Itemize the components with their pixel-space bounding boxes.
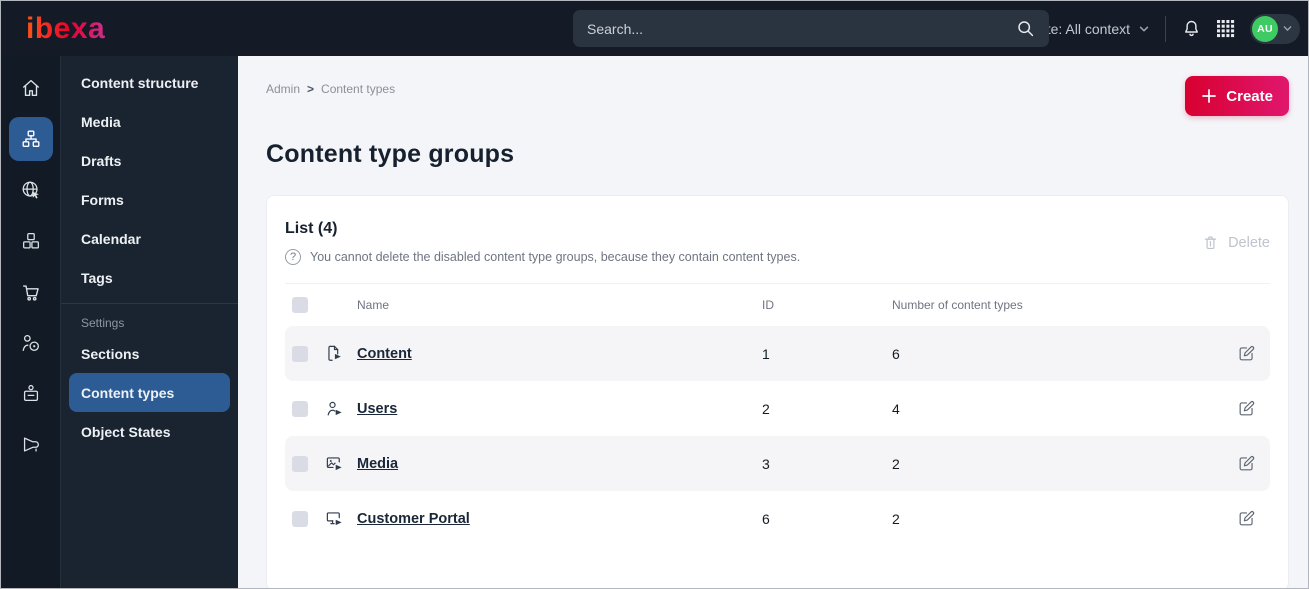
- list-info-text: You cannot delete the disabled content t…: [310, 250, 801, 264]
- topbar: ibexa Site: All context: [1, 1, 1308, 56]
- main-content: Admin > Content types Create Content typ…: [238, 56, 1308, 588]
- sidebar-item-calendar[interactable]: Calendar: [61, 219, 238, 258]
- app-grid-icon: [1217, 19, 1235, 37]
- table-header-row: Name ID Number of content types: [285, 284, 1270, 326]
- edit-button[interactable]: [1237, 344, 1256, 363]
- rail-item-personalization[interactable]: [1, 317, 61, 368]
- globe-cursor-icon: [9, 168, 53, 212]
- sidebar-item-media[interactable]: Media: [61, 102, 238, 141]
- sidebar-item-sections[interactable]: Sections: [61, 334, 238, 373]
- group-id: 1: [762, 345, 770, 362]
- edit-button[interactable]: [1237, 454, 1256, 473]
- group-count: 2: [892, 510, 900, 527]
- app-window: ibexa Site: All context: [0, 0, 1309, 589]
- sidebar-item-content-types[interactable]: Content types: [69, 373, 230, 412]
- user-icon: [325, 399, 357, 418]
- chevron-down-icon: [1138, 23, 1150, 35]
- group-count: 2: [892, 455, 900, 472]
- megaphone-icon: [9, 423, 53, 467]
- image-icon: [325, 454, 357, 473]
- home-icon: [9, 66, 53, 110]
- rail-item-commerce[interactable]: [1, 266, 61, 317]
- avatar: AU: [1252, 15, 1278, 42]
- breadcrumb-item-content-types: Content types: [321, 82, 396, 96]
- create-button[interactable]: Create: [1185, 76, 1289, 116]
- app-switcher-button[interactable]: [1217, 19, 1235, 38]
- target-user-icon: [9, 321, 53, 365]
- topbar-actions: Site: All context AU: [1008, 13, 1308, 44]
- edit-button[interactable]: [1237, 509, 1256, 528]
- sidebar: Content structure Media Drafts Forms Cal…: [61, 56, 238, 588]
- edit-icon: [1239, 401, 1254, 416]
- id-badge-icon: [9, 372, 53, 416]
- content-type-groups-table: Name ID Number of content types Content …: [285, 283, 1270, 546]
- sidebar-section-settings: Settings: [81, 316, 125, 330]
- cart-icon: [9, 270, 53, 314]
- edit-icon: [1239, 511, 1254, 526]
- edit-icon: [1239, 456, 1254, 471]
- content-tree-icon: [9, 116, 53, 161]
- breadcrumb-item-admin[interactable]: Admin: [266, 82, 300, 96]
- group-count: 6: [892, 345, 900, 362]
- rail-item-subscriptions[interactable]: [1, 368, 61, 419]
- table-row: Content 1 6: [285, 326, 1270, 381]
- icon-rail: [1, 56, 61, 588]
- notifications-button[interactable]: [1181, 18, 1202, 39]
- group-id: 2: [762, 400, 770, 417]
- column-header-count: Number of content types: [892, 298, 1023, 312]
- list-card: List (4) ? You cannot delete the disable…: [266, 195, 1289, 588]
- group-link[interactable]: Content: [357, 346, 762, 362]
- group-count: 4: [892, 400, 900, 417]
- topbar-divider: [1165, 15, 1166, 42]
- sidebar-item-object-states[interactable]: Object States: [61, 412, 238, 451]
- row-checkbox[interactable]: [292, 400, 308, 417]
- sidebar-divider: [61, 303, 238, 304]
- create-button-label: Create: [1226, 87, 1273, 105]
- sidebar-item-drafts[interactable]: Drafts: [61, 141, 238, 180]
- edit-button[interactable]: [1237, 399, 1256, 418]
- rail-item-home[interactable]: [1, 62, 61, 113]
- sidebar-item-forms[interactable]: Forms: [61, 180, 238, 219]
- rail-item-content[interactable]: [1, 113, 61, 164]
- trash-icon: [1204, 236, 1217, 250]
- plus-icon: [1202, 89, 1217, 103]
- monitor-icon: [325, 509, 357, 528]
- table-row: Media 3 2: [285, 436, 1270, 491]
- breadcrumb: Admin > Content types: [266, 82, 395, 96]
- global-search[interactable]: [573, 10, 1049, 47]
- search-icon[interactable]: [1016, 19, 1035, 38]
- ibexa-logo: ibexa: [26, 11, 106, 45]
- rail-item-campaigns[interactable]: [1, 419, 61, 470]
- column-header-id: ID: [762, 298, 774, 312]
- rail-item-site[interactable]: [1, 164, 61, 215]
- file-icon: [325, 344, 357, 363]
- bell-icon: [1185, 20, 1198, 37]
- breadcrumb-separator: >: [307, 82, 315, 96]
- table-row: Users 2 4: [285, 381, 1270, 436]
- boxes-icon: [9, 219, 53, 263]
- help-icon: ?: [285, 249, 301, 265]
- sidebar-item-content-structure[interactable]: Content structure: [61, 63, 238, 102]
- group-link[interactable]: Media: [357, 456, 762, 472]
- group-link[interactable]: Users: [357, 401, 762, 417]
- delete-button-label: Delete: [1228, 234, 1270, 251]
- table-row: Customer Portal 6 2: [285, 491, 1270, 546]
- user-menu[interactable]: AU: [1250, 13, 1300, 44]
- page-title: Content type groups: [266, 140, 515, 168]
- group-id: 3: [762, 455, 770, 472]
- list-title: List (4): [285, 220, 338, 237]
- sidebar-item-tags[interactable]: Tags: [61, 258, 238, 297]
- group-link[interactable]: Customer Portal: [357, 511, 762, 527]
- group-id: 6: [762, 510, 770, 527]
- edit-icon: [1239, 346, 1254, 361]
- delete-button[interactable]: Delete: [1202, 234, 1270, 251]
- select-all-checkbox[interactable]: [292, 297, 308, 313]
- column-header-name: Name: [357, 298, 390, 312]
- row-checkbox[interactable]: [292, 510, 308, 527]
- rail-item-products[interactable]: [1, 215, 61, 266]
- row-checkbox[interactable]: [292, 345, 308, 362]
- chevron-down-icon: [1283, 26, 1292, 31]
- search-input[interactable]: [587, 20, 1016, 37]
- row-checkbox[interactable]: [292, 455, 308, 472]
